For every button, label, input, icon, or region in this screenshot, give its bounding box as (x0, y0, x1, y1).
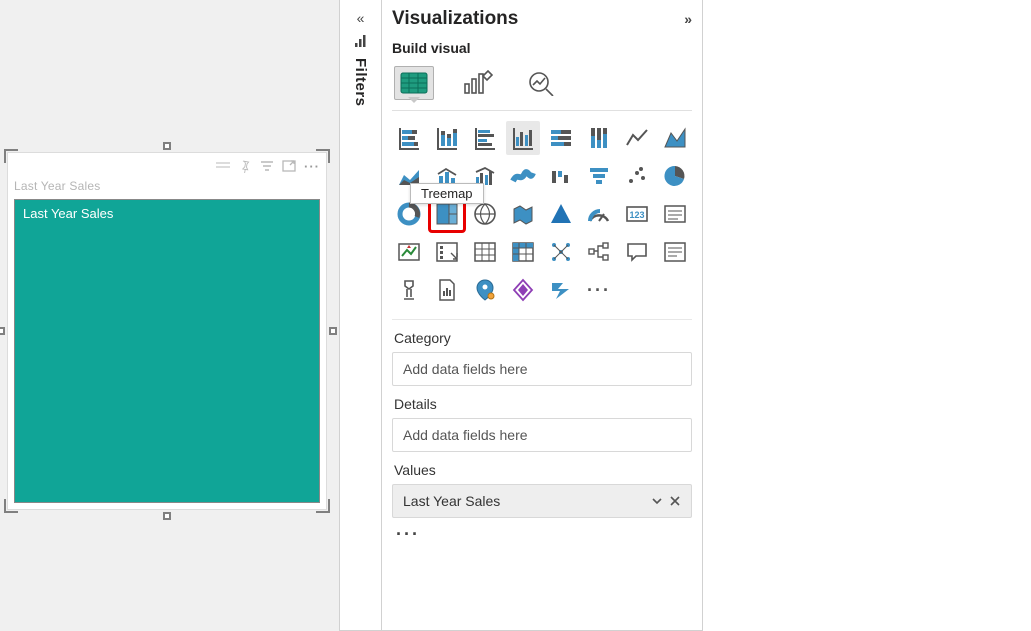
resize-handle-bottom-right[interactable] (316, 499, 330, 513)
pie-chart-icon[interactable] (658, 159, 692, 193)
hundred-stacked-column-chart-icon[interactable] (582, 121, 616, 155)
tab-fields[interactable] (394, 66, 434, 100)
pane-title: Visualizations (392, 8, 518, 30)
tab-format[interactable] (458, 66, 498, 100)
tab-analytics[interactable] (522, 66, 562, 100)
visual-title: Last Year Sales (8, 179, 326, 197)
ribbon-chart-icon[interactable] (506, 159, 540, 193)
r-visual-icon[interactable] (544, 235, 578, 269)
goals-icon[interactable] (392, 273, 426, 307)
qa-visual-icon[interactable] (620, 235, 654, 269)
remove-field-icon[interactable] (669, 495, 681, 507)
power-automate-icon[interactable] (544, 273, 578, 307)
resize-handle-bottom[interactable] (163, 512, 171, 520)
format-tab-icon (463, 70, 493, 96)
smart-narrative-icon[interactable] (658, 235, 692, 269)
section-details-label: Details (394, 396, 692, 412)
svg-text:123: 123 (629, 210, 644, 220)
pin-icon[interactable] (238, 159, 252, 173)
build-visual-subtitle: Build visual (392, 40, 692, 56)
fields-tab-icon (400, 72, 428, 94)
resize-handle-top-right[interactable] (316, 149, 330, 163)
treemap-tile[interactable]: Last Year Sales (14, 199, 320, 503)
treemap-tile-label: Last Year Sales (23, 206, 113, 221)
filter-icon[interactable] (260, 160, 274, 172)
azure-map-icon[interactable] (544, 197, 578, 231)
resize-handle-bottom-left[interactable] (4, 499, 18, 513)
treemap-visual[interactable]: ··· Last Year Sales Last Year Sales (7, 152, 327, 510)
slicer-icon[interactable] (430, 235, 464, 269)
filters-pane-collapsed[interactable]: « Filters (340, 0, 382, 630)
power-apps-icon[interactable] (506, 273, 540, 307)
filters-icon (354, 34, 368, 48)
filters-label: Filters (352, 58, 369, 107)
paginated-report-icon[interactable] (430, 273, 464, 307)
stacked-bar-chart-icon[interactable] (392, 121, 426, 155)
waterfall-chart-icon[interactable] (544, 159, 578, 193)
section-values-label: Values (394, 462, 692, 478)
resize-handle-right[interactable] (329, 327, 337, 335)
stacked-column-chart-icon[interactable] (430, 121, 464, 155)
chevron-down-icon[interactable] (651, 495, 663, 507)
details-field-well[interactable]: Add data fields here (392, 418, 692, 452)
report-canvas[interactable]: ··· Last Year Sales Last Year Sales (0, 0, 340, 631)
clustered-column-chart-icon[interactable] (506, 121, 540, 155)
visual-toolbar: ··· (8, 153, 326, 179)
values-field-chip[interactable]: Last Year Sales (392, 484, 692, 518)
matrix-icon[interactable] (506, 235, 540, 269)
section-category-label: Category (394, 330, 692, 346)
more-field-wells-icon[interactable]: ··· (396, 524, 692, 545)
line-chart-icon[interactable] (620, 121, 654, 155)
funnel-chart-icon[interactable] (582, 159, 616, 193)
drag-handle-icon[interactable] (216, 161, 230, 171)
decomposition-tree-icon[interactable] (582, 235, 616, 269)
resize-handle-top[interactable] (163, 142, 171, 150)
analytics-tab-icon (527, 70, 557, 96)
category-field-well[interactable]: Add data fields here (392, 352, 692, 386)
hundred-stacked-bar-chart-icon[interactable] (544, 121, 578, 155)
get-more-visuals-icon[interactable]: ··· (582, 273, 616, 307)
values-chip-label: Last Year Sales (403, 493, 500, 509)
expand-pane-icon[interactable]: » (684, 11, 692, 27)
arcgis-icon[interactable] (468, 273, 502, 307)
focus-mode-icon[interactable] (282, 160, 296, 172)
scatter-chart-icon[interactable] (620, 159, 654, 193)
area-chart-icon[interactable] (658, 121, 692, 155)
visualizations-pane: Visualizations » Build visual Treemap (382, 0, 702, 630)
visualization-gallery: 123 ··· (392, 111, 692, 320)
collapse-filters-icon[interactable]: « (340, 10, 381, 26)
card-icon[interactable]: 123 (620, 197, 654, 231)
resize-handle-top-left[interactable] (4, 149, 18, 163)
clustered-bar-chart-icon[interactable] (468, 121, 502, 155)
gauge-icon[interactable] (582, 197, 616, 231)
filled-map-icon[interactable] (506, 197, 540, 231)
build-visual-tabs (392, 62, 692, 111)
multi-row-card-icon[interactable] (658, 197, 692, 231)
kpi-icon[interactable] (392, 235, 426, 269)
tooltip-treemap: Treemap (410, 183, 484, 204)
table-icon[interactable] (468, 235, 502, 269)
resize-handle-left[interactable] (0, 327, 5, 335)
